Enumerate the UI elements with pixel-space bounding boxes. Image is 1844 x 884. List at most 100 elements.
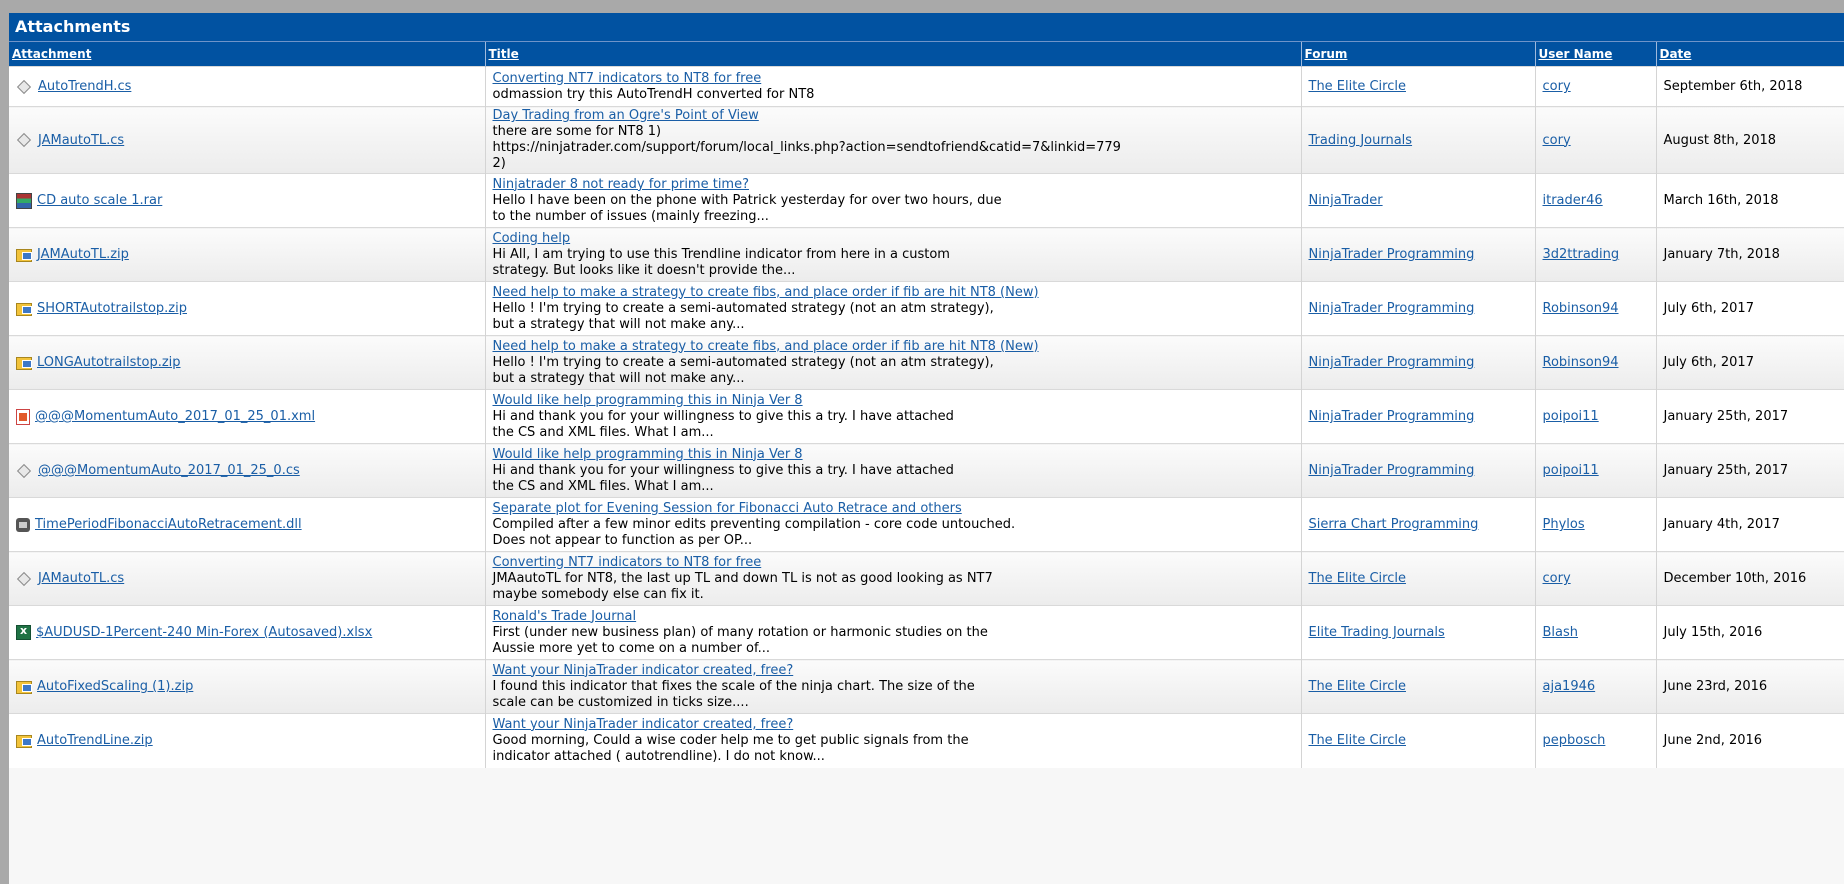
forum-cell: NinjaTrader Programming — [1300, 335, 1535, 390]
forum-link[interactable]: NinjaTrader Programming — [1309, 301, 1475, 316]
forum-cell: Trading Journals — [1300, 106, 1535, 174]
post-snippet: Hi and thank you for your willingness to… — [492, 408, 954, 440]
col-header-attachment[interactable]: Attachment — [9, 42, 485, 67]
col-header-forum[interactable]: Forum — [1300, 42, 1535, 67]
attachment-cell: CD auto scale 1.rar — [9, 173, 485, 228]
attachment-link[interactable]: AutoTrendLine.zip — [37, 733, 153, 748]
forum-link[interactable]: The Elite Circle — [1309, 679, 1406, 694]
thread-title-link[interactable]: Coding help — [493, 231, 571, 246]
table-row: @@@MomentumAuto_2017_01_25_0.cs Would lik… — [9, 443, 1844, 498]
table-row: AutoTrendLine.zip Want your NinjaTrader i… — [9, 713, 1844, 768]
user-link[interactable]: pepbosch — [1543, 733, 1606, 748]
sort-user-link[interactable]: User Name — [1539, 47, 1613, 61]
title-cell: Want your NinjaTrader indicator created,… — [484, 659, 1301, 714]
forum-link[interactable]: NinjaTrader Programming — [1309, 247, 1475, 262]
col-header-title[interactable]: Title — [484, 42, 1301, 67]
user-link[interactable]: Robinson94 — [1543, 355, 1619, 370]
post-snippet: I found this indicator that fixes the sc… — [492, 678, 975, 710]
user-link[interactable]: poipoi11 — [1543, 409, 1599, 424]
attachment-link[interactable]: @@@MomentumAuto_2017_01_25_01.xml — [35, 409, 315, 424]
user-link[interactable]: cory — [1543, 79, 1571, 94]
thread-title-link[interactable]: Separate plot for Evening Session for Fi… — [493, 501, 962, 516]
forum-link[interactable]: NinjaTrader Programming — [1309, 355, 1475, 370]
thread-title-link[interactable]: Would like help programming this in Ninj… — [493, 393, 803, 408]
zip-file-icon — [16, 303, 32, 316]
table-row: SHORTAutotrailstop.zip Need help to make … — [9, 281, 1844, 336]
panel-title: Attachments — [9, 13, 1844, 42]
user-link[interactable]: aja1946 — [1543, 679, 1596, 694]
thread-title-link[interactable]: Would like help programming this in Ninj… — [493, 447, 803, 462]
attachment-link[interactable]: JAMautoTL.cs — [38, 571, 124, 586]
attachment-link[interactable]: AutoTrendH.cs — [38, 79, 131, 94]
attachment-link[interactable]: JAMAutoTL.zip — [37, 247, 129, 262]
thread-title-link[interactable]: Want your NinjaTrader indicator created,… — [493, 717, 794, 732]
forum-link[interactable]: Sierra Chart Programming — [1309, 517, 1479, 532]
forum-cell: NinjaTrader Programming — [1300, 227, 1535, 282]
user-link[interactable]: Phylos — [1543, 517, 1585, 532]
attachment-cell: $AUDUSD-1Percent-240 Min-Forex (Autosave… — [9, 605, 485, 660]
xlsx-file-icon — [16, 624, 31, 640]
sort-date-link[interactable]: Date — [1660, 47, 1692, 61]
thread-title-link[interactable]: Converting NT7 indicators to NT8 for fre… — [493, 555, 762, 570]
sort-title-link[interactable]: Title — [489, 47, 519, 61]
table-row: TimePeriodFibonacciAutoRetracement.dll Se… — [9, 497, 1844, 552]
rar-file-icon — [16, 192, 32, 209]
post-snippet: odmassion try this AutoTrendH converted … — [492, 86, 815, 102]
col-header-user[interactable]: User Name — [1534, 42, 1656, 67]
thread-title-link[interactable]: Need help to make a strategy to create f… — [493, 285, 1039, 300]
date-cell: June 23rd, 2016 — [1655, 659, 1844, 714]
user-link[interactable]: Robinson94 — [1543, 301, 1619, 316]
table-row: JAMAutoTL.zip Coding help Hi All, I am try… — [9, 227, 1844, 282]
date-cell: January 4th, 2017 — [1655, 497, 1844, 552]
thread-title-link[interactable]: Need help to make a strategy to create f… — [493, 339, 1039, 354]
forum-cell: The Elite Circle — [1300, 713, 1535, 768]
sort-forum-link[interactable]: Forum — [1305, 47, 1348, 61]
attachment-link[interactable]: $AUDUSD-1Percent-240 Min-Forex (Autosave… — [36, 625, 372, 640]
forum-link[interactable]: The Elite Circle — [1309, 79, 1406, 94]
user-link[interactable]: cory — [1543, 133, 1571, 148]
user-link[interactable]: 3d2ttrading — [1543, 247, 1620, 262]
table-row: JAMautoTL.cs Converting NT7 indicators to… — [9, 551, 1844, 606]
post-snippet: there are some for NT8 1) https://ninjat… — [492, 124, 1121, 171]
attachment-link[interactable]: LONGAutotrailstop.zip — [37, 355, 181, 370]
table-row: JAMautoTL.cs Day Trading from an Ogre's P… — [9, 106, 1844, 174]
attachment-link[interactable]: JAMautoTL.cs — [38, 133, 124, 148]
attachment-cell: LONGAutotrailstop.zip — [9, 335, 485, 390]
user-link[interactable]: cory — [1543, 571, 1571, 586]
user-cell: aja1946 — [1534, 659, 1656, 714]
table-row: AutoFixedScaling (1).zip Want your NinjaT… — [9, 659, 1844, 714]
attachment-link[interactable]: CD auto scale 1.rar — [37, 193, 162, 208]
user-cell: Blash — [1534, 605, 1656, 660]
user-cell: Robinson94 — [1534, 281, 1656, 336]
user-link[interactable]: itrader46 — [1543, 193, 1603, 208]
attachment-link[interactable]: SHORTAutotrailstop.zip — [37, 301, 187, 316]
thread-title-link[interactable]: Ninjatrader 8 not ready for prime time? — [493, 177, 750, 192]
forum-link[interactable]: Trading Journals — [1309, 133, 1413, 148]
sort-attachment-link[interactable]: Attachment — [12, 47, 91, 61]
title-cell: Want your NinjaTrader indicator created,… — [484, 713, 1301, 768]
thread-title-link[interactable]: Day Trading from an Ogre's Point of View — [493, 108, 759, 123]
date-cell: March 16th, 2018 — [1655, 173, 1844, 228]
forum-link[interactable]: The Elite Circle — [1309, 571, 1406, 586]
forum-link[interactable]: NinjaTrader Programming — [1309, 463, 1475, 478]
title-cell: Converting NT7 indicators to NT8 for fre… — [484, 66, 1301, 107]
user-link[interactable]: poipoi11 — [1543, 463, 1599, 478]
forum-link[interactable]: The Elite Circle — [1309, 733, 1406, 748]
thread-title-link[interactable]: Want your NinjaTrader indicator created,… — [493, 663, 794, 678]
thread-title-link[interactable]: Ronald's Trade Journal — [493, 609, 637, 624]
dll-file-icon — [16, 517, 30, 532]
attachment-link[interactable]: AutoFixedScaling (1).zip — [37, 679, 193, 694]
forum-link[interactable]: Elite Trading Journals — [1309, 625, 1445, 640]
zip-file-icon — [16, 735, 32, 749]
attachment-link[interactable]: @@@MomentumAuto_2017_01_25_0.cs — [38, 463, 300, 478]
thread-title-link[interactable]: Converting NT7 indicators to NT8 for fre… — [493, 71, 762, 86]
attachment-cell: AutoTrendH.cs — [9, 66, 485, 107]
attachment-link[interactable]: TimePeriodFibonacciAutoRetracement.dll — [35, 517, 302, 532]
user-link[interactable]: Blash — [1543, 625, 1579, 640]
forum-link[interactable]: NinjaTrader — [1309, 193, 1383, 208]
forum-link[interactable]: NinjaTrader Programming — [1309, 409, 1475, 424]
col-header-date[interactable]: Date — [1655, 42, 1844, 67]
cs-file-icon — [16, 572, 33, 586]
attachments-panel: Attachments Attachment Title Forum User … — [9, 13, 1844, 884]
user-cell: poipoi11 — [1534, 443, 1656, 498]
